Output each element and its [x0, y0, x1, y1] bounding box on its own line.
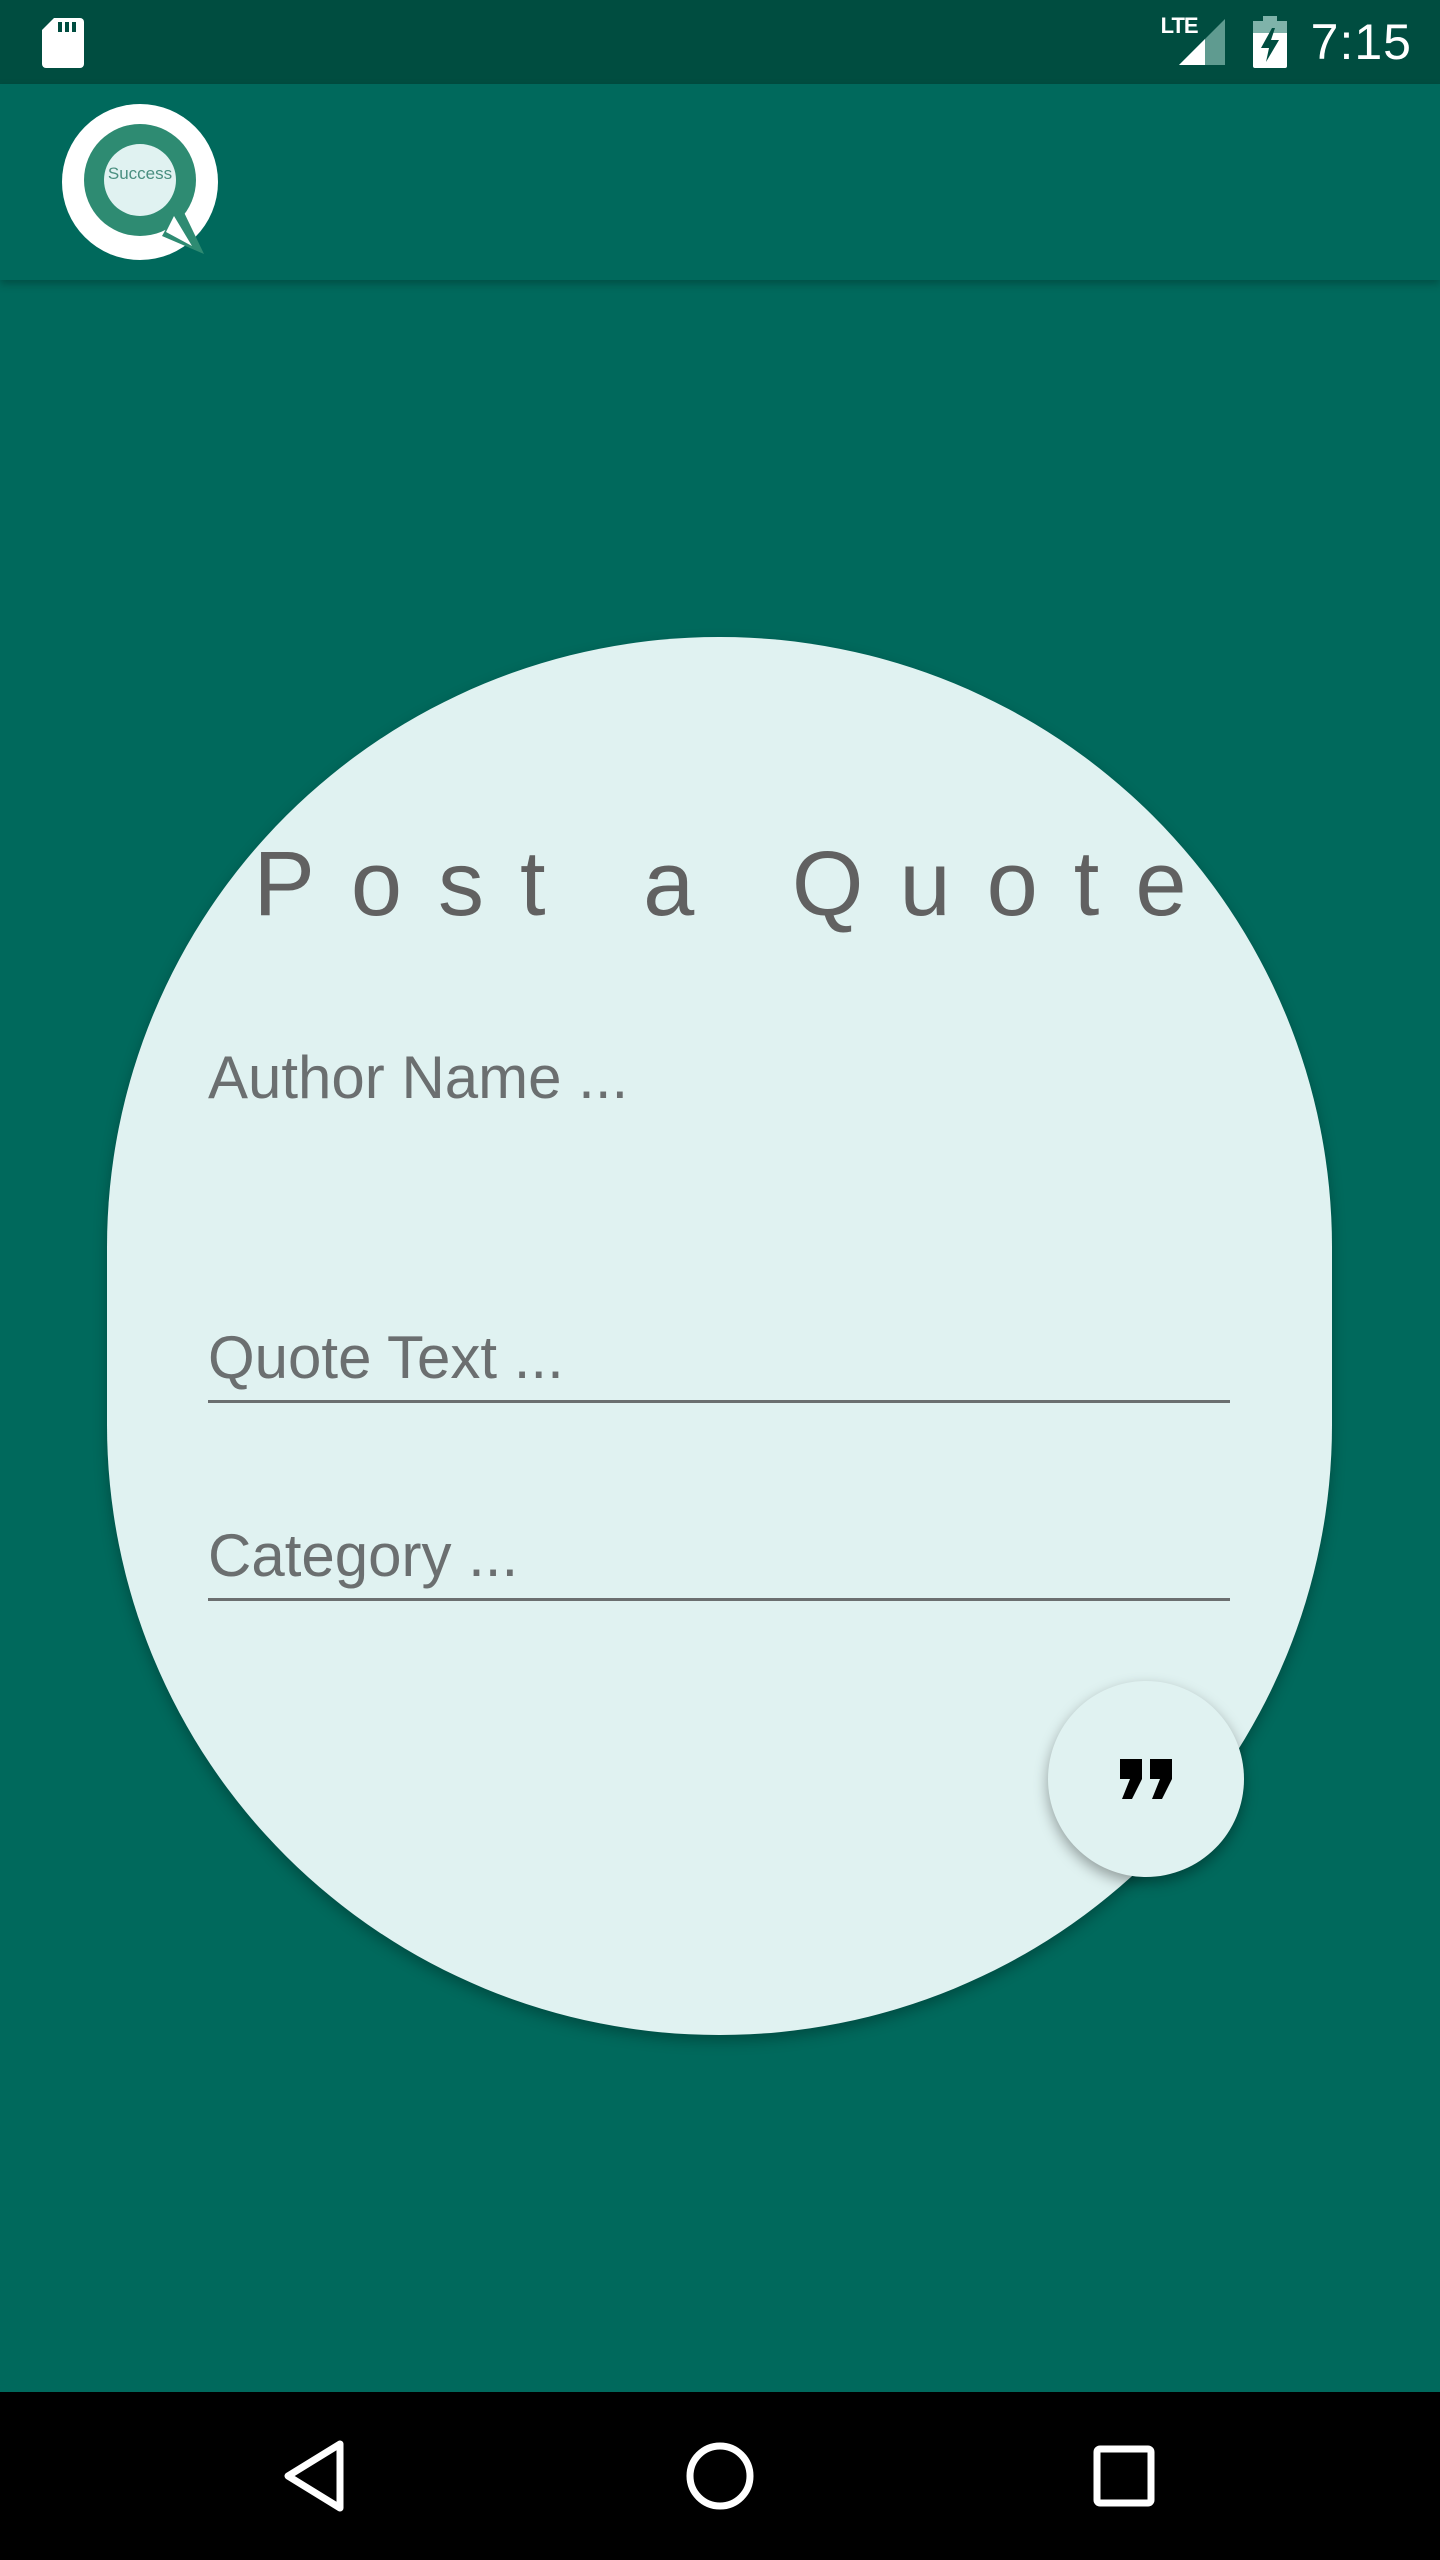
logo-text: Success [107, 164, 173, 183]
status-time: 7:15 [1310, 14, 1412, 70]
category-placeholder: Category ... [208, 1522, 519, 1589]
app-logo[interactable]: Success [62, 104, 218, 260]
author-name-field[interactable]: Author Name ... [208, 1040, 1230, 1120]
sd-card-icon [42, 18, 84, 68]
home-icon[interactable] [678, 2434, 762, 2518]
category-field[interactable]: Category ... [208, 1514, 1230, 1601]
navigation-bar [0, 2392, 1440, 2560]
submit-quote-button[interactable] [1048, 1681, 1244, 1877]
quote-icon [1120, 1759, 1172, 1799]
page-title: Post a Quote [253, 833, 1223, 935]
status-bar: LTE 7:15 [0, 0, 1440, 84]
recents-icon[interactable] [1082, 2434, 1166, 2518]
quote-text-placeholder: Quote Text ... [208, 1324, 564, 1391]
author-name-placeholder: Author Name ... [208, 1044, 629, 1111]
battery-charging-icon [1252, 16, 1287, 68]
back-icon[interactable] [274, 2434, 358, 2518]
app-bar: Success [0, 84, 1440, 280]
quote-text-field[interactable]: Quote Text ... [208, 1318, 1230, 1403]
lte-signal-icon: LTE [1161, 13, 1225, 69]
